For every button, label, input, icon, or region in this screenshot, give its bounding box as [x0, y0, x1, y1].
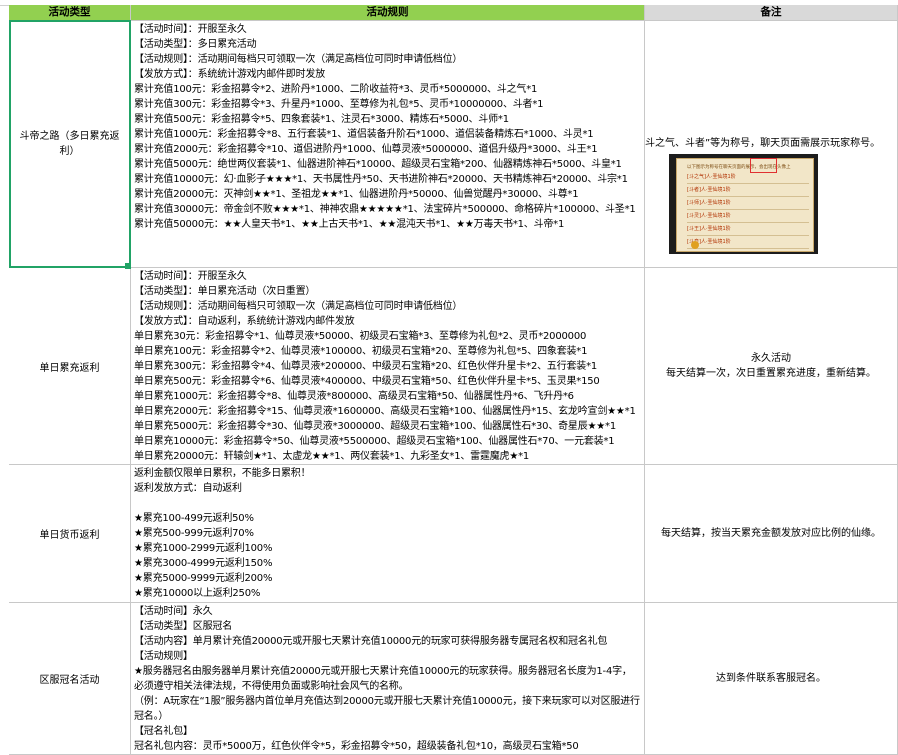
row2-type-text: 单日累充返利: [39, 362, 100, 374]
rule-line: ★累充100-499元返利50%: [134, 513, 254, 524]
row4-type-text: 区服冠名活动: [39, 675, 100, 686]
row4-notes-cell[interactable]: 达到条件联系客服冠名。: [645, 603, 898, 755]
rule-line: 累计充值50000元：★★人皇天书*1、★★上古天书*1、★★混沌天书*1、★★…: [134, 219, 565, 230]
rule-line: ★累充500-999元返利70%: [134, 528, 254, 539]
rule-line: 单日累充10000元：彩金招募令*50、仙尊灵液*5500000、超级灵石宝箱*…: [134, 436, 615, 447]
highlight-box: [750, 158, 777, 173]
row2-rules-cell[interactable]: 【活动时间】：开服至永久【活动类型】：单日累充活动（次日重置） 【活动规则】：活动…: [131, 268, 645, 465]
row2-type-cell[interactable]: 单日累充返利: [9, 268, 131, 465]
row3-notes-cell[interactable]: 每天结算，按当天累充金额发放对应比例的仙缘。: [645, 465, 898, 603]
row4-note-text: 达到条件联系客服冠名。: [716, 673, 826, 684]
rule-line: 返利金额仅限单日累积，不能多日累积！: [134, 468, 311, 479]
row1-note-text: 斗之气、斗者”等为称号，聊天页面需展示玩家称号。: [645, 138, 881, 149]
chat-row: [斗灵]人·圣仙境1阶: [687, 211, 809, 223]
rule-line: 单日累充30元：彩金招募令*1、仙尊灵液*50000、初级灵石宝箱*3、至尊修为…: [134, 331, 587, 342]
rule-line: ★累充1000-2999元返利100%: [134, 543, 273, 554]
rule-line: 单日累充20000元：轩辕剑★*1、太虚龙★★*1、两仪套装*1、九彩圣女*1、…: [134, 451, 530, 462]
row3-type-text: 单日货币返利: [39, 530, 100, 541]
rule-line: 累计充值1000元：彩金招募令*8、五行套装*1、道侣装备升阶石*1000、道侣…: [134, 129, 594, 140]
rule-line: 单日累充5000元：彩金招募令*30、仙尊灵液*3000000、超级灵石宝箱*1…: [134, 421, 617, 432]
spreadsheet: 活动类型 活动规则 备注 斗帝之路（多日累充返利） 【活动时间】：开服至永久 【活…: [0, 0, 898, 755]
chat-row: [斗师]人·圣仙境1阶: [687, 198, 809, 210]
rule-line: 累计充值300元：彩金招募令*3、升星丹*1000、至尊修为礼包*5、灵币*10…: [134, 99, 544, 110]
chat-panel: 以下图示为称号在聊天页面的展示，会出现在头像上 [斗之气]人·圣仙境1阶 [斗者…: [676, 158, 814, 252]
rule-line: 单日累充500元：彩金招募令*6、仙尊灵液*400000、中级灵石宝箱*50、红…: [134, 376, 600, 387]
rule-line: ★服务器冠名由服务器单月累计充值20000元或开服七天累计充值10000元的玩家…: [134, 666, 632, 692]
rule-line: 【活动规则】: [134, 651, 193, 662]
chat-panel-header: 以下图示为称号在聊天页面的展示，会出现在头像上: [687, 165, 791, 170]
avatar-icon: [691, 241, 699, 249]
rule-line: ★累充10000以上返利250%: [134, 588, 261, 599]
rule-line: 【活动时间】永久: [134, 606, 213, 617]
rule-line: 单日累充2000元：彩金招募令*15、仙尊灵液*1600000、高级灵石宝箱*1…: [134, 406, 636, 417]
rule-line: 累计充值5000元：绝世两仪套装*1、仙器进阶神石*10000、超级灵石宝箱*2…: [134, 159, 622, 170]
chat-row: [斗之气]人·圣仙境1阶: [687, 172, 809, 184]
row3-type-cell[interactable]: 单日货币返利: [9, 465, 131, 603]
rule-line: 冠名礼包内容：灵币*5000万，红色伙伴令*5，彩金招募令*50，超级装备礼包*…: [134, 741, 579, 752]
row3-note-text: 每天结算，按当天累充金额发放对应比例的仙缘。: [661, 528, 881, 539]
header-notes[interactable]: 备注: [645, 5, 898, 21]
rule-line: 【活动类型】：单日累充活动（次日重置）: [134, 286, 316, 297]
rule-line: 【活动内容】单月累计充值20000元或开服七天累计充值10000元的玩家可获得服…: [134, 636, 608, 647]
chat-row: [斗皇]人·圣仙境1阶: [687, 237, 809, 249]
rule-line: 【活动规则】：活动期间每档只可领取一次（满足高档位可同时申请低档位）: [134, 54, 463, 65]
rule-line: ★累充5000-9999元返利200%: [134, 573, 273, 584]
rule-line: 【活动规则】：活动期间每档只可领取一次（满足高档位可同时申请低档位）: [134, 301, 463, 312]
rule-line: 【发放方式】：自动返利，系统统计游戏内邮件发放: [134, 316, 355, 327]
rule-line: 返利发放方式：自动返利: [134, 483, 242, 494]
row4-type-cell[interactable]: 区服冠名活动: [9, 603, 131, 755]
rule-line: 累计充值10000元：幻·血影子★★★*1、天书属性丹*50、天书进阶神石*20…: [134, 174, 628, 185]
rule-line: 【活动类型】：多日累充活动: [134, 39, 257, 50]
rule-line: 【活动时间】：开服至永久: [134, 271, 247, 282]
fill-handle[interactable]: [125, 263, 131, 269]
rule-line: （例：A玩家在“1服”服务器内首位单月充值达到20000元或开服七天累计充值10…: [134, 696, 640, 722]
rule-line: 累计充值500元：彩金招募令*5、四象套装*1、注灵石*3000、精炼石*500…: [134, 114, 509, 125]
rule-line: 累计充值100元：彩金招募令*2、进阶丹*1000、二阶收益符*3、灵币*500…: [134, 84, 538, 95]
rule-line: 【冠名礼包】: [134, 726, 193, 737]
chat-row: [斗者]人·圣仙境1阶: [687, 185, 809, 197]
row1-rules-cell[interactable]: 【活动时间】：开服至永久 【活动类型】：多日累充活动【活动规则】：活动期间每档只可…: [131, 21, 645, 268]
row1-type-text: 斗帝之路（多日累充返利）: [19, 131, 120, 157]
rule-line: 单日累充300元：彩金招募令*4、仙尊灵液*200000、中级灵石宝箱*20、红…: [134, 361, 598, 372]
rule-line: 单日累充1000元：彩金招募令*8、仙尊灵液*800000、高级灵石宝箱*50、…: [134, 391, 574, 402]
row1-type-cell[interactable]: 斗帝之路（多日累充返利）: [9, 21, 131, 268]
rule-line: 【发放方式】：系统统计游戏内邮件即时发放: [134, 69, 325, 80]
chat-title-screenshot: 以下图示为称号在聊天页面的展示，会出现在头像上 [斗之气]人·圣仙境1阶 [斗者…: [669, 154, 818, 254]
row2-notes-cell[interactable]: 永久活动 每天结算一次，次日重置累充进度，重新结算。: [645, 268, 898, 465]
header-rules[interactable]: 活动规则: [131, 5, 645, 21]
row4-rules-cell[interactable]: 【活动时间】永久【活动类型】区服冠名【活动内容】单月累计充值20000元或开服七…: [131, 603, 645, 755]
rule-line: [134, 496, 641, 511]
rule-line: 【活动类型】区服冠名: [134, 621, 232, 632]
rule-line: ★累充3000-4999元返利150%: [134, 558, 273, 569]
header-type[interactable]: 活动类型: [9, 5, 131, 21]
rule-line: 【活动时间】：开服至永久: [134, 24, 247, 35]
rule-line: 累计充值20000元：灭神剑★★*1、圣祖龙★★*1、仙器进阶丹*50000、仙…: [134, 189, 579, 200]
row2-note-text: 永久活动 每天结算一次，次日重置累充进度，重新结算。: [666, 353, 876, 379]
row3-rules-cell[interactable]: 返利金额仅限单日累积，不能多日累积！ 返利发放方式：自动返利 ★累充100-499元…: [131, 465, 645, 603]
chat-row: [斗王]人·圣仙境1阶: [687, 224, 809, 236]
rule-line: 累计充值2000元：彩金招募令*10、道侣进阶丹*1000、仙尊灵液*50000…: [134, 144, 598, 155]
rule-line: 单日累充100元：彩金招募令*2、仙尊灵液*100000、初级灵石宝箱*20、至…: [134, 346, 588, 357]
rule-line: 累计充值30000元：帝金剑不败★★★*1、神神农鼎★★★★★*1、法宝碎片*5…: [134, 204, 636, 215]
